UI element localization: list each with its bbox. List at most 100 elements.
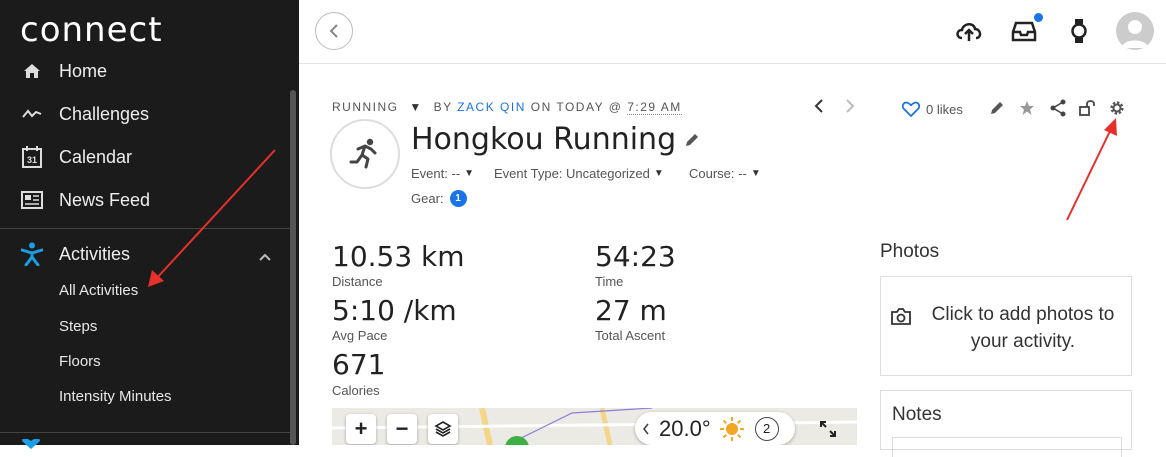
sidebar-sub-item-intensity-minutes[interactable]: Intensity Minutes (59, 388, 172, 405)
wind-value: 2 (763, 421, 771, 436)
caret-down-icon: ▼ (653, 168, 664, 179)
device-watch-icon[interactable] (1064, 16, 1094, 46)
app-logo[interactable]: connect (20, 10, 163, 50)
edit-icon[interactable] (987, 98, 1007, 118)
event-value: -- (451, 166, 461, 181)
sidebar-item-label: Calendar (59, 146, 133, 167)
sidebar-divider (0, 228, 290, 229)
course-selector[interactable]: Course: -- ▼ (689, 166, 761, 181)
activity-map[interactable]: + − 20.0° 2 (332, 408, 857, 445)
weather-widget[interactable]: 20.0° 2 (635, 412, 795, 445)
challenges-icon (21, 103, 43, 125)
heart-icon (902, 101, 920, 117)
stat-total-ascent-label: Total Ascent (595, 328, 666, 343)
notes-input[interactable] (892, 437, 1122, 457)
upload-icon[interactable] (954, 16, 984, 46)
by-label: BY (433, 100, 453, 114)
home-icon (21, 60, 43, 82)
layers-icon (434, 421, 452, 437)
sidebar: connect Home Challenges 31 Calendar News… (0, 0, 299, 449)
gear-label: Gear: (411, 191, 444, 206)
notes-title: Notes (892, 404, 942, 425)
user-icon (1122, 20, 1148, 48)
activity-title-text: Hongkou Running (411, 122, 677, 157)
stat-avg-pace-value: 5:10 /km (332, 294, 457, 327)
activity-title[interactable]: Hongkou Running (411, 122, 700, 157)
gear-icon[interactable] (1107, 98, 1127, 118)
likes-button[interactable]: 0 likes (902, 101, 963, 117)
gear-row: Gear: 1 (411, 190, 467, 207)
avatar[interactable] (1116, 12, 1154, 50)
zoom-out-button[interactable]: − (387, 414, 417, 444)
zoom-in-button[interactable]: + (346, 414, 376, 444)
event-type-value: Uncategorized (566, 166, 650, 181)
chevron-up-icon[interactable] (258, 246, 272, 267)
activity-type-caret-icon[interactable]: ▼ (409, 100, 422, 114)
pencil-icon[interactable] (684, 132, 700, 148)
main-content: RUNNING ▼ BY ZACK QIN ON TODAY @ 7:29 AM… (299, 0, 1166, 457)
notes-panel: Notes (880, 390, 1132, 457)
fullscreen-button[interactable] (813, 414, 843, 444)
caret-down-icon: ▼ (464, 168, 475, 179)
event-type-label: Event Type: (494, 166, 563, 181)
next-activity-button[interactable] (844, 97, 856, 120)
event-selector[interactable]: Event: -- ▼ (411, 166, 474, 181)
sidebar-bottom-divider (0, 432, 290, 449)
activities-icon (21, 242, 43, 266)
stat-calories-value: 671 (332, 348, 386, 381)
chevron-left-icon[interactable] (641, 422, 651, 436)
share-icon[interactable] (1048, 98, 1068, 118)
stat-time-value: 54:23 (595, 240, 676, 273)
sidebar-sub-item-steps[interactable]: Steps (59, 318, 97, 335)
star-icon[interactable] (1017, 98, 1037, 118)
sidebar-scrollbar[interactable] (290, 90, 296, 445)
activity-time[interactable]: 7:29 AM (627, 100, 682, 115)
sidebar-item-news-feed[interactable]: News Feed (0, 180, 290, 220)
likes-count: 0 likes (926, 101, 963, 117)
wind-icon: 2 (754, 416, 779, 441)
add-photos-text: Click to add photos to your activity. (931, 304, 1115, 352)
sidebar-item-challenges[interactable]: Challenges (0, 94, 290, 134)
sidebar-item-activities[interactable]: Activities (0, 234, 290, 274)
sidebar-item-label: Challenges (59, 103, 150, 124)
calendar-icon-text: 31 (27, 155, 37, 165)
sidebar-item-label: Activities (59, 243, 131, 264)
stat-total-ascent-value: 27 m (595, 294, 667, 327)
chevron-left-icon (814, 99, 823, 113)
course-label: Course: (689, 166, 735, 181)
previous-activity-button[interactable] (813, 97, 825, 120)
map-layers-button[interactable] (428, 414, 458, 444)
author-link[interactable]: ZACK QIN (457, 100, 526, 114)
back-button[interactable] (315, 12, 353, 50)
chevron-left-icon (329, 24, 338, 38)
sidebar-sub-item-floors[interactable]: Floors (59, 353, 101, 370)
sidebar-item-label: News Feed (59, 189, 151, 210)
activity-type[interactable]: RUNNING (332, 100, 399, 114)
stat-time-label: Time (595, 274, 624, 289)
sidebar-item-home[interactable]: Home (0, 51, 290, 91)
expand-icon (820, 421, 836, 437)
temperature-value: 20.0° (659, 415, 711, 441)
caret-down-icon: ▼ (750, 168, 761, 179)
notification-dot (1034, 13, 1043, 22)
calendar-icon: 31 (21, 146, 43, 168)
news-feed-icon (21, 189, 43, 211)
sidebar-item-label: Home (59, 60, 108, 81)
event-type-selector[interactable]: Event Type: Uncategorized ▼ (494, 166, 664, 181)
unlock-icon[interactable] (1078, 98, 1098, 118)
add-photos-area[interactable]: Click to add photos to your activity. (880, 276, 1132, 376)
course-value: -- (738, 166, 747, 181)
activity-type-badge (330, 119, 400, 189)
gear-count-badge[interactable]: 1 (449, 190, 467, 207)
stat-avg-pace-label: Avg Pace (332, 328, 388, 343)
stat-calories-label: Calories (332, 383, 380, 398)
stat-distance-label: Distance (332, 274, 383, 289)
heart-icon[interactable] (20, 439, 42, 449)
sidebar-sub-item-all-activities[interactable]: All Activities (59, 282, 138, 299)
top-bar (299, 0, 1166, 64)
event-label: Event: (411, 166, 448, 181)
activity-meta: RUNNING ▼ BY ZACK QIN ON TODAY @ 7:29 AM (332, 100, 682, 115)
sun-icon (719, 416, 744, 441)
sidebar-item-calendar[interactable]: 31 Calendar (0, 137, 290, 177)
photos-title: Photos (880, 241, 940, 262)
